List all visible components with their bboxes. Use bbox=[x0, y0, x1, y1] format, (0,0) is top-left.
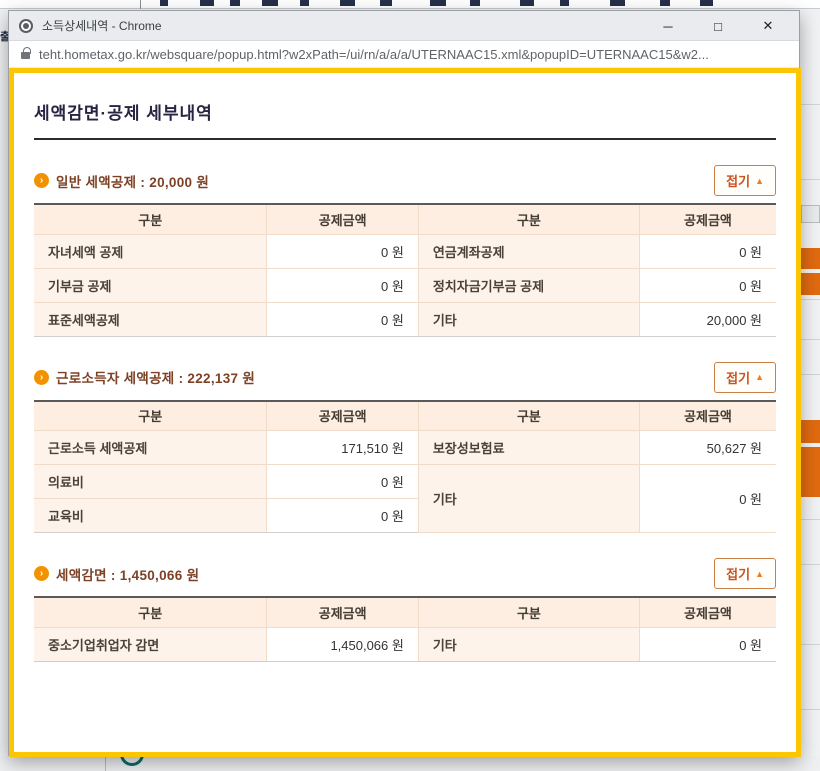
background-orange-block bbox=[801, 447, 820, 497]
collapse-label: 접기 bbox=[726, 564, 750, 583]
row-value: 0 원 bbox=[267, 465, 418, 499]
url-text: teht.hometax.go.kr/websquare/popup.html?… bbox=[39, 47, 709, 62]
row-value: 0 원 bbox=[267, 302, 418, 336]
earned-income-tax-credit-table: 구분 공제금액 구분 공제금액 근로소득 세액공제 171,510 원 보장성보… bbox=[34, 400, 776, 534]
row-label: 기부금 공제 bbox=[34, 268, 267, 302]
row-label: 교육비 bbox=[34, 499, 267, 533]
col-header: 공제금액 bbox=[267, 401, 418, 431]
collapse-button[interactable]: 접기 ▲ bbox=[714, 362, 776, 393]
section-title: 일반 세액공제 : 20,000 원 bbox=[56, 171, 209, 191]
section-general-tax-credit: › 일반 세액공제 : 20,000 원 접기 ▲ 구분 공제금액 구분 공제금… bbox=[34, 165, 776, 337]
background-page-bottom-strip bbox=[0, 756, 820, 771]
col-header: 공제금액 bbox=[639, 597, 776, 627]
table-header-row: 구분 공제금액 구분 공제금액 bbox=[34, 597, 776, 627]
col-header: 공제금액 bbox=[267, 204, 418, 234]
row-label: 기타 bbox=[418, 465, 639, 533]
col-header: 공제금액 bbox=[639, 204, 776, 234]
row-value: 50,627 원 bbox=[639, 431, 776, 465]
collapse-arrow-icon: ▲ bbox=[755, 372, 764, 382]
col-header: 구분 bbox=[418, 597, 639, 627]
table-row: 중소기업취업자 감면 1,450,066 원 기타 0 원 bbox=[34, 627, 776, 661]
background-page-top-strip bbox=[0, 0, 820, 9]
section-bullet-icon: › bbox=[34, 566, 49, 581]
table-row: 기부금 공제 0 원 정치자금기부금 공제 0 원 bbox=[34, 268, 776, 302]
row-label: 근로소득 세액공제 bbox=[34, 431, 267, 465]
background-button-fragment bbox=[801, 205, 820, 223]
collapse-arrow-icon: ▲ bbox=[755, 176, 764, 186]
background-orange-block bbox=[801, 273, 820, 295]
collapse-label: 접기 bbox=[726, 171, 750, 190]
window-controls-group: ─ □ ✕ bbox=[643, 11, 793, 41]
row-value: 20,000 원 bbox=[639, 302, 776, 336]
row-value: 0 원 bbox=[639, 465, 776, 533]
row-value: 0 원 bbox=[267, 499, 418, 533]
table-header-row: 구분 공제금액 구분 공제금액 bbox=[34, 204, 776, 234]
background-orange-block bbox=[801, 248, 820, 269]
row-value: 1,450,066 원 bbox=[267, 627, 418, 661]
chrome-icon bbox=[19, 19, 33, 33]
popup-highlight-frame: 세액감면·공제 세부내역 › 일반 세액공제 : 20,000 원 접기 ▲ bbox=[9, 68, 801, 757]
row-value: 0 원 bbox=[267, 234, 418, 268]
minimize-button[interactable]: ─ bbox=[643, 11, 693, 41]
address-bar[interactable]: teht.hometax.go.kr/websquare/popup.html?… bbox=[9, 41, 799, 68]
title-divider bbox=[34, 138, 776, 140]
row-label: 자녀세액 공제 bbox=[34, 234, 267, 268]
table-row: 표준세액공제 0 원 기타 20,000 원 bbox=[34, 302, 776, 336]
section-tax-reduction: › 세액감면 : 1,450,066 원 접기 ▲ 구분 공제금액 구분 공제금… bbox=[34, 558, 776, 662]
row-label: 연금계좌공제 bbox=[418, 234, 639, 268]
row-label: 기타 bbox=[418, 302, 639, 336]
background-text-fragment: 출 bbox=[0, 28, 8, 44]
general-tax-credit-table: 구분 공제금액 구분 공제금액 자녀세액 공제 0 원 연금계좌공제 0 원 bbox=[34, 203, 776, 337]
lock-icon bbox=[21, 52, 30, 59]
page-title: 세액감면·공제 세부내역 bbox=[34, 99, 776, 124]
col-header: 구분 bbox=[34, 401, 267, 431]
window-title: 소득상세내역 - Chrome bbox=[42, 17, 162, 34]
section-title: 근로소득자 세액공제 : 222,137 원 bbox=[56, 367, 255, 387]
maximize-button[interactable]: □ bbox=[693, 11, 743, 41]
row-value: 0 원 bbox=[639, 234, 776, 268]
background-orange-block bbox=[801, 420, 820, 443]
row-value: 171,510 원 bbox=[267, 431, 418, 465]
row-value: 0 원 bbox=[639, 268, 776, 302]
section-bullet-icon: › bbox=[34, 370, 49, 385]
collapse-button[interactable]: 접기 ▲ bbox=[714, 558, 776, 589]
col-header: 구분 bbox=[418, 204, 639, 234]
row-label: 기타 bbox=[418, 627, 639, 661]
table-header-row: 구분 공제금액 구분 공제금액 bbox=[34, 401, 776, 431]
tax-reduction-table: 구분 공제금액 구분 공제금액 중소기업취업자 감면 1,450,066 원 기… bbox=[34, 596, 776, 662]
row-value: 0 원 bbox=[267, 268, 418, 302]
row-label: 중소기업취업자 감면 bbox=[34, 627, 267, 661]
col-header: 구분 bbox=[418, 401, 639, 431]
table-row: 근로소득 세액공제 171,510 원 보장성보험료 50,627 원 bbox=[34, 431, 776, 465]
col-header: 공제금액 bbox=[639, 401, 776, 431]
background-page-right-strip bbox=[801, 9, 820, 771]
col-header: 구분 bbox=[34, 597, 267, 627]
collapse-arrow-icon: ▲ bbox=[755, 569, 764, 579]
close-window-button[interactable]: ✕ bbox=[743, 11, 793, 41]
collapse-button[interactable]: 접기 ▲ bbox=[714, 165, 776, 196]
row-label: 표준세액공제 bbox=[34, 302, 267, 336]
table-row: 의료비 0 원 기타 0 원 bbox=[34, 465, 776, 499]
table-row: 자녀세액 공제 0 원 연금계좌공제 0 원 bbox=[34, 234, 776, 268]
col-header: 공제금액 bbox=[267, 597, 418, 627]
collapse-label: 접기 bbox=[726, 368, 750, 387]
row-label: 정치자금기부금 공제 bbox=[418, 268, 639, 302]
section-title: 세액감면 : 1,450,066 원 bbox=[56, 564, 199, 584]
row-label: 보장성보험료 bbox=[418, 431, 639, 465]
section-earned-income-tax-credit: › 근로소득자 세액공제 : 222,137 원 접기 ▲ 구분 공제금액 구분… bbox=[34, 362, 776, 534]
row-label: 의료비 bbox=[34, 465, 267, 499]
row-value: 0 원 bbox=[639, 627, 776, 661]
popup-window: 소득상세내역 - Chrome ─ □ ✕ teht.hometax.go.kr… bbox=[8, 10, 800, 756]
col-header: 구분 bbox=[34, 204, 267, 234]
section-bullet-icon: › bbox=[34, 173, 49, 188]
